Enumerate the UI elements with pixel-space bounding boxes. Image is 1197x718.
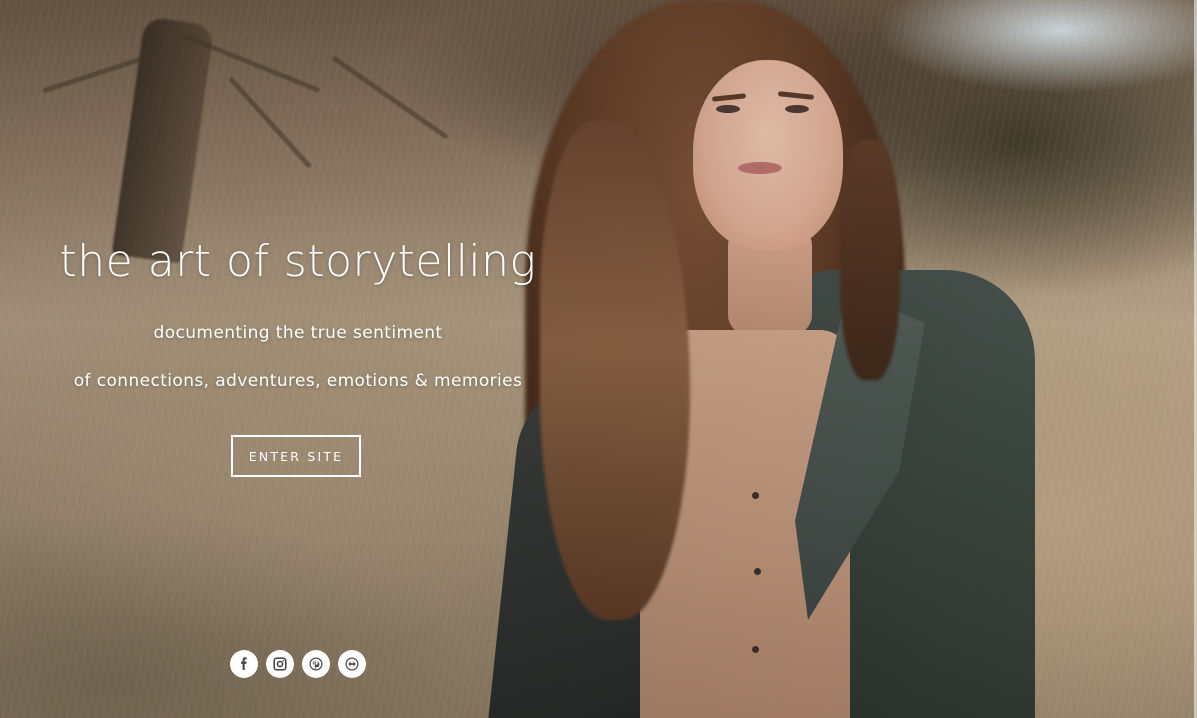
flickr-link[interactable]: [338, 650, 366, 678]
hero-content: the art of storytelling documenting the …: [0, 0, 600, 718]
pinterest-link[interactable]: [302, 650, 330, 678]
hero-section: the art of storytelling documenting the …: [0, 0, 1197, 718]
facebook-link[interactable]: [230, 650, 258, 678]
instagram-icon: [273, 657, 287, 671]
hero-title: the art of storytelling: [59, 236, 537, 287]
enter-site-button[interactable]: ENTER SITE: [231, 435, 361, 477]
facebook-icon: [241, 657, 247, 670]
hero-subtitle-line-1: documenting the true sentiment: [153, 323, 443, 343]
flickr-icon: [345, 657, 359, 671]
hero-subtitle-line-2: of connections, adventures, emotions & m…: [73, 371, 523, 391]
pinterest-icon: [309, 657, 323, 671]
instagram-link[interactable]: [266, 650, 294, 678]
enter-site-label: ENTER SITE: [248, 448, 344, 464]
social-links: [230, 650, 366, 678]
